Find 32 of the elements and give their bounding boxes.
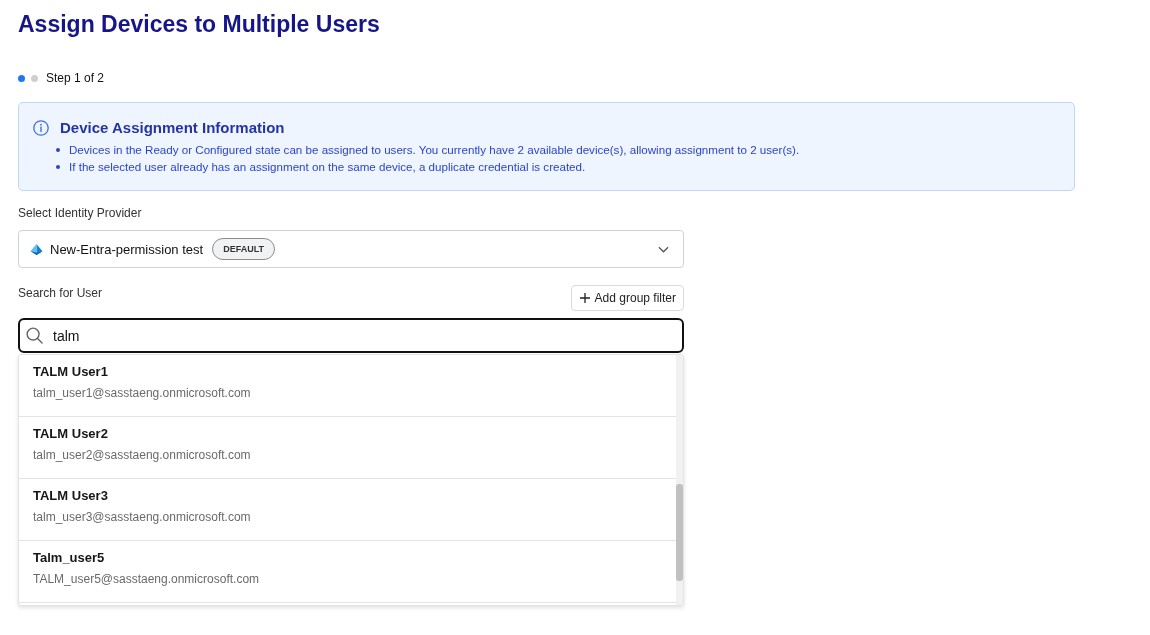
chevron-down-icon xyxy=(658,245,669,253)
user-email: TALM_user5@sasstaeng.onmicrosoft.com xyxy=(33,571,260,588)
user-name: TALM User1 xyxy=(33,363,108,381)
diamond-icon xyxy=(30,243,43,255)
user-name: TALM User3 xyxy=(33,487,108,505)
page-title: Assign Devices to Multiple Users xyxy=(18,10,380,38)
info-bullet-text: If the selected user already has an assignment on the same device, a duplicate credential is created. xyxy=(69,159,586,175)
user-option[interactable]: Talm_user5 TALM_user5@sasstaeng.onmicrosoft.com xyxy=(19,541,676,603)
info-bullet-text: Devices in the Ready or Configured state can be assigned to users. You currently have 2 available device(s), allowing assignment to 2 user(s). xyxy=(69,142,800,158)
selected-provider: New-Entra-permission test xyxy=(50,241,204,257)
search-icon xyxy=(26,327,43,344)
user-option[interactable]: TALM User2 talm_user2@sasstaeng.onmicrosoft.com xyxy=(19,417,676,479)
user-option[interactable]: TALM User3 talm_user3@sasstaeng.onmicrosoft.com xyxy=(19,479,676,541)
user-email: talm_user2@sasstaeng.onmicrosoft.com xyxy=(33,447,251,464)
bullet-icon xyxy=(56,164,60,169)
field-label: Search for User xyxy=(18,285,103,301)
plus-icon xyxy=(579,293,590,303)
bullet-icon xyxy=(56,147,60,152)
user-email: talm_user3@sasstaeng.onmicrosoft.com xyxy=(33,509,251,526)
add-group-filter-button[interactable]: Add group filter xyxy=(570,285,684,311)
user-email: talm_user1@sasstaeng.onmicrosoft.com xyxy=(33,385,251,402)
user-option[interactable]: TALM User1 talm_user1@sasstaeng.onmicrosoft.com xyxy=(19,355,676,417)
user-name: TALM User2 xyxy=(33,425,108,443)
default-tag: DEFAULT xyxy=(212,238,275,260)
field-label: Select Identity Provider xyxy=(18,205,142,221)
step-label: Step 1 of 2 xyxy=(46,71,105,85)
search-field[interactable]: talm xyxy=(18,318,684,353)
identity-provider-select[interactable]: New-Entra-permission test DEFAULT xyxy=(18,230,684,268)
info-title: Device Assignment Information xyxy=(60,118,285,138)
user-name: Talm_user5 xyxy=(33,549,105,567)
scrollbar-thumb[interactable] xyxy=(676,484,683,581)
info-icon xyxy=(33,120,49,136)
